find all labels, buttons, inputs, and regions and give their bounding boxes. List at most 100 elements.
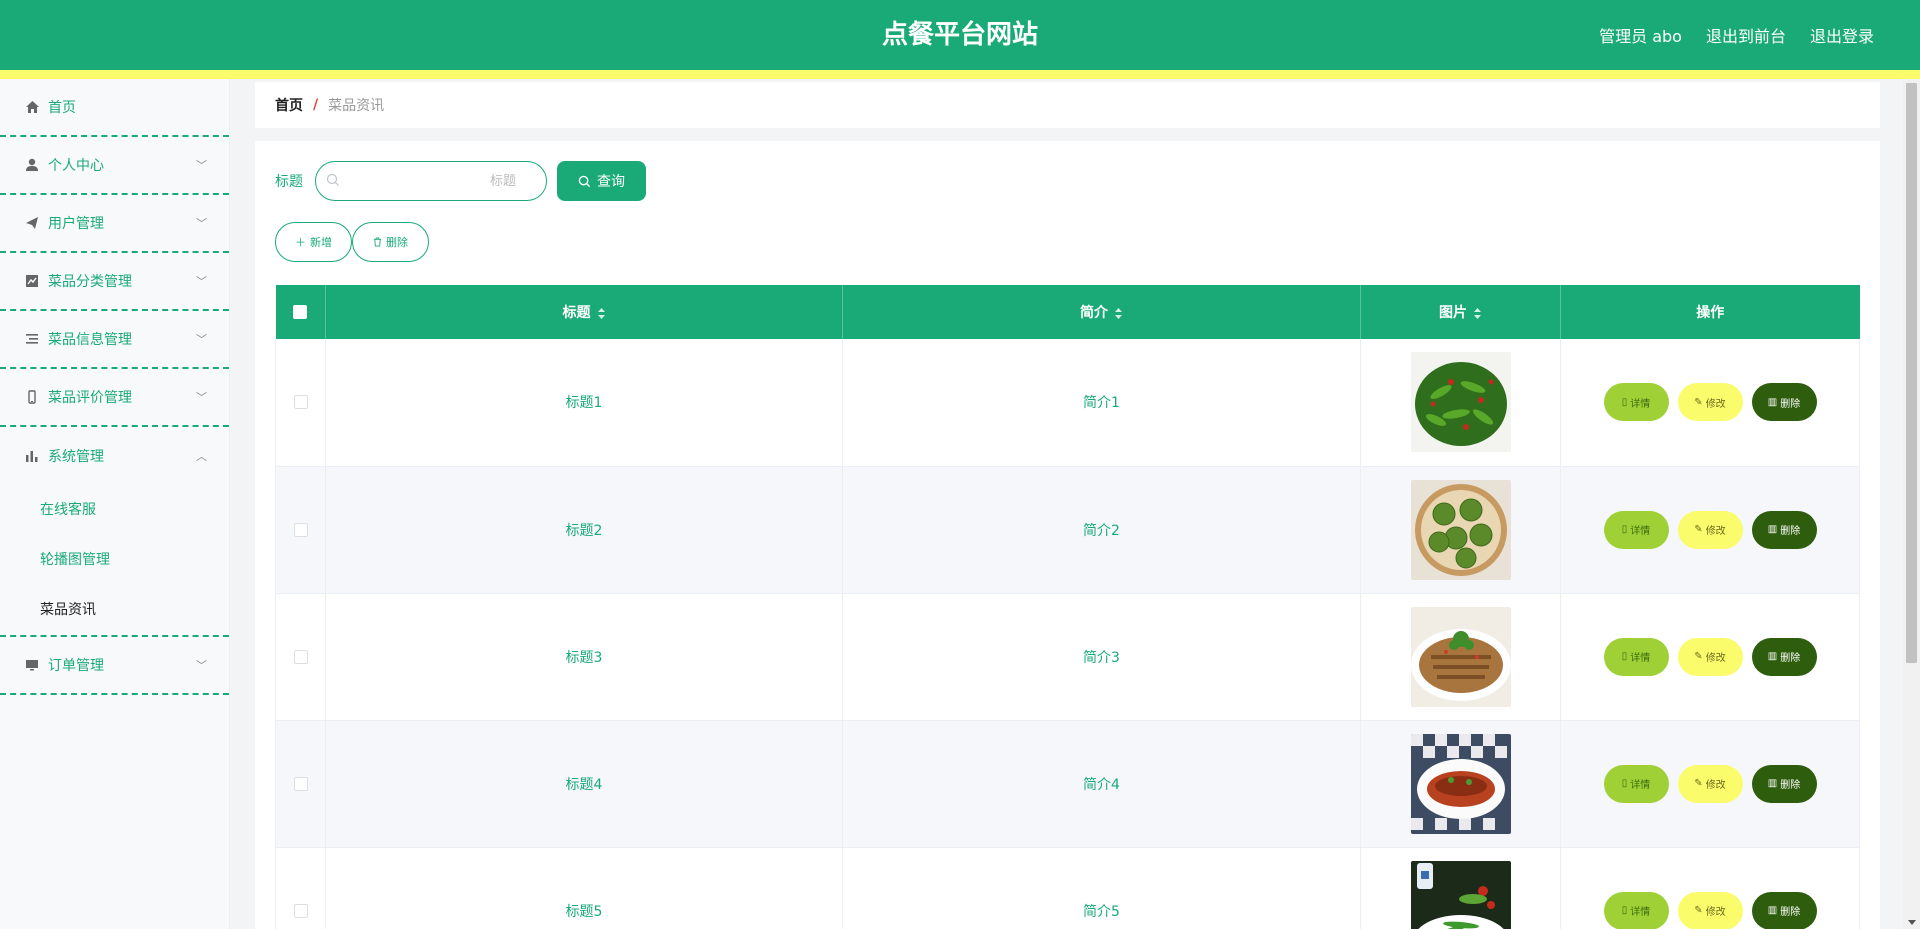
page-scrollbar[interactable] bbox=[1903, 79, 1920, 929]
sort-icon bbox=[1474, 307, 1481, 319]
dish-image[interactable] bbox=[1410, 606, 1511, 707]
monitor-icon bbox=[24, 657, 40, 673]
chart-line-icon bbox=[24, 273, 40, 289]
add-button[interactable]: ＋ 新增 bbox=[275, 222, 352, 262]
mobile-icon bbox=[24, 389, 40, 405]
breadcrumb: 首页 / 菜品资讯 bbox=[255, 82, 1880, 128]
edit-button[interactable]: ✎ 修改 bbox=[1677, 383, 1743, 422]
plus-icon: ＋ bbox=[295, 236, 306, 249]
row-intro: 简介1 bbox=[842, 339, 1361, 467]
sidebar-item-system-management[interactable]: 系统管理 ︿ bbox=[0, 427, 229, 485]
document-icon: ▯ bbox=[1621, 396, 1628, 408]
document-icon: ▯ bbox=[1621, 651, 1628, 662]
chevron-down-icon: ﹀ bbox=[196, 276, 207, 288]
main-panel: 标题 查询 ＋ 新增 删除 标题 简介 bbox=[255, 141, 1880, 929]
sidebar-subitem-online-service[interactable]: 在线客服 bbox=[0, 485, 229, 535]
search-label: 标题 bbox=[275, 174, 303, 190]
system-management-submenu: 在线客服 轮播图管理 菜品资讯 bbox=[0, 485, 229, 637]
send-icon bbox=[24, 215, 40, 231]
sidebar-item-label: 系统管理 bbox=[48, 449, 104, 465]
sidebar-item-label: 用户管理 bbox=[48, 216, 104, 232]
sidebar-item-dish-info[interactable]: 菜品信息管理 ﹀ bbox=[0, 311, 229, 369]
row-actions: ▯ 详情 ✎ 修改 ▥ 删除 bbox=[1561, 637, 1859, 676]
query-button[interactable]: 查询 bbox=[557, 161, 646, 201]
trash-icon bbox=[373, 237, 382, 247]
delete-button[interactable]: ▥ 删除 bbox=[1751, 764, 1817, 803]
column-header-title[interactable]: 标题 bbox=[325, 285, 843, 339]
breadcrumb-home[interactable]: 首页 bbox=[275, 95, 303, 115]
row-actions: ▯ 详情 ✎ 修改 ▥ 删除 bbox=[1561, 891, 1859, 929]
row-checkbox[interactable] bbox=[293, 649, 308, 664]
logout-link[interactable]: 退出登录 bbox=[1810, 23, 1874, 47]
detail-button[interactable]: ▯ 详情 bbox=[1603, 383, 1669, 422]
dish-image[interactable] bbox=[1410, 352, 1511, 453]
row-checkbox[interactable] bbox=[293, 522, 308, 537]
sidebar-subitem-dish-news[interactable]: 菜品资讯 bbox=[0, 585, 229, 635]
dish-image[interactable] bbox=[1410, 733, 1511, 834]
chevron-down-icon: ﹀ bbox=[196, 392, 207, 404]
search-icon bbox=[326, 173, 339, 186]
edit-button[interactable]: ✎ 修改 bbox=[1677, 764, 1743, 803]
pencil-icon: ✎ bbox=[1694, 778, 1703, 789]
edit-button[interactable]: ✎ 修改 bbox=[1677, 510, 1743, 549]
sidebar-item-order-management[interactable]: 订单管理 ﹀ bbox=[0, 637, 229, 695]
sidebar-item-dish-category[interactable]: 菜品分类管理 ﹀ bbox=[0, 253, 229, 311]
sidebar-item-label: 菜品分类管理 bbox=[48, 274, 132, 290]
select-all-checkbox[interactable] bbox=[293, 305, 308, 319]
data-table: 标题 简介 图片 操作 标题1 简介1 ▯ 详情 ✎ 修改 ▥ 删除 标题2 简… bbox=[275, 285, 1860, 929]
row-checkbox[interactable] bbox=[293, 395, 308, 410]
sidebar-item-home[interactable]: 首页 bbox=[0, 79, 229, 137]
sidebar-item-personal-center[interactable]: 个人中心 ﹀ bbox=[0, 137, 229, 195]
trash-icon: ▥ bbox=[1767, 905, 1778, 916]
row-title: 标题5 bbox=[325, 847, 843, 929]
detail-button[interactable]: ▯ 详情 bbox=[1603, 510, 1669, 549]
trash-icon: ▥ bbox=[1767, 524, 1778, 535]
row-title: 标题2 bbox=[325, 466, 843, 594]
sidebar-item-user-management[interactable]: 用户管理 ﹀ bbox=[0, 195, 229, 253]
breadcrumb-current: 菜品资讯 bbox=[328, 98, 385, 114]
table-header-row: 标题 简介 图片 操作 bbox=[275, 285, 1860, 339]
document-icon: ▯ bbox=[1621, 778, 1628, 789]
table-row: 标题4 简介4 ▯ 详情 ✎ 修改 ▥ 删除 bbox=[275, 720, 1860, 848]
detail-button[interactable]: ▯ 详情 bbox=[1603, 764, 1669, 803]
exit-to-front-link[interactable]: 退出到前台 bbox=[1706, 23, 1786, 47]
row-actions: ▯ 详情 ✎ 修改 ▥ 删除 bbox=[1561, 764, 1859, 803]
row-intro: 简介3 bbox=[842, 593, 1361, 721]
scroll-down-arrow-icon[interactable] bbox=[1908, 920, 1916, 925]
title-search-input[interactable] bbox=[316, 162, 546, 200]
edit-button[interactable]: ✎ 修改 bbox=[1677, 637, 1743, 676]
batch-delete-button[interactable]: 删除 bbox=[352, 222, 429, 262]
top-links: 管理员 abo 退出到前台 退出登录 bbox=[1599, 0, 1874, 70]
sidebar-item-dish-review[interactable]: 菜品评价管理 ﹀ bbox=[0, 369, 229, 427]
row-checkbox[interactable] bbox=[293, 776, 308, 791]
detail-button[interactable]: ▯ 详情 bbox=[1603, 637, 1669, 676]
delete-button[interactable]: ▥ 删除 bbox=[1751, 637, 1817, 676]
delete-button[interactable]: ▥ 删除 bbox=[1751, 383, 1817, 422]
row-intro: 简介4 bbox=[842, 720, 1361, 848]
batch-delete-button-label: 删除 bbox=[386, 236, 408, 249]
row-checkbox[interactable] bbox=[293, 903, 308, 918]
dish-image[interactable] bbox=[1410, 479, 1511, 580]
delete-button[interactable]: ▥ 删除 bbox=[1751, 891, 1817, 929]
chevron-down-icon: ﹀ bbox=[196, 160, 207, 172]
chevron-up-icon: ︿ bbox=[196, 451, 207, 463]
admin-user-label: 管理员 abo bbox=[1599, 27, 1682, 46]
chevron-down-icon: ﹀ bbox=[196, 218, 207, 230]
select-all-cell bbox=[275, 285, 326, 339]
sidebar-item-label: 首页 bbox=[48, 100, 76, 116]
column-header-image[interactable]: 图片 bbox=[1360, 285, 1561, 339]
add-button-label: 新增 bbox=[310, 236, 332, 249]
home-icon bbox=[24, 99, 40, 115]
delete-button[interactable]: ▥ 删除 bbox=[1751, 510, 1817, 549]
scrollbar-thumb[interactable] bbox=[1906, 83, 1917, 663]
edit-button[interactable]: ✎ 修改 bbox=[1677, 891, 1743, 929]
chevron-down-icon: ﹀ bbox=[196, 660, 207, 672]
column-header-intro[interactable]: 简介 bbox=[842, 285, 1361, 339]
breadcrumb-separator: / bbox=[313, 97, 319, 113]
dish-image[interactable] bbox=[1410, 860, 1511, 929]
row-title: 标题1 bbox=[325, 339, 843, 467]
sidebar-subitem-carousel[interactable]: 轮播图管理 bbox=[0, 535, 229, 585]
detail-button[interactable]: ▯ 详情 bbox=[1603, 891, 1669, 929]
document-icon: ▯ bbox=[1621, 524, 1628, 535]
trash-icon: ▥ bbox=[1767, 396, 1778, 408]
